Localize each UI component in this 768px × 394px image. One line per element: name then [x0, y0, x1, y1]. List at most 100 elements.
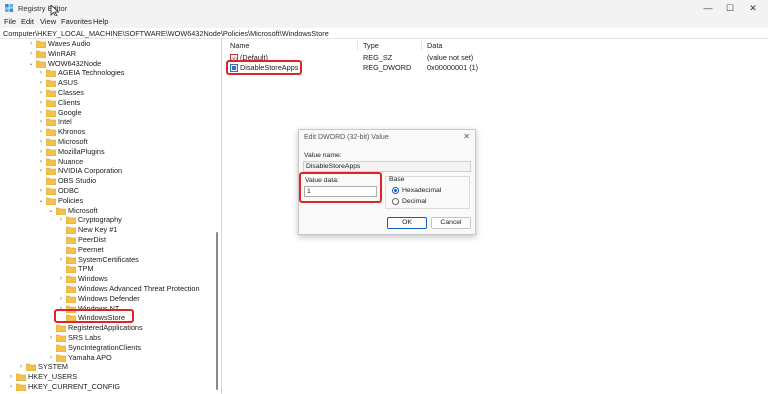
tree-item[interactable]: › HKEY_USERS: [0, 372, 216, 382]
tree-item[interactable]: ⌄ WOW6432Node: [0, 59, 216, 69]
address-bar[interactable]: Computer\HKEY_LOCAL_MACHINE\SOFTWARE\WOW…: [0, 28, 768, 39]
hexadecimal-radio[interactable]: [392, 187, 399, 194]
chevron-right-icon[interactable]: ›: [48, 333, 54, 343]
tree-item[interactable]: › Cryptography: [0, 215, 216, 225]
chevron-right-icon[interactable]: ›: [38, 78, 44, 88]
tree-item[interactable]: Windows Advanced Threat Protection: [0, 284, 216, 294]
folder-icon: [46, 128, 56, 137]
folder-icon: [46, 109, 56, 117]
tree-item-label: SRS Labs: [68, 333, 101, 342]
tree-item-label: Intel: [58, 117, 72, 127]
tree-item[interactable]: ⌄ Policies: [0, 196, 216, 206]
chevron-right-icon[interactable]: ›: [38, 127, 44, 137]
tree-item[interactable]: TPM: [0, 264, 216, 274]
menu-view[interactable]: View: [40, 17, 56, 26]
tree-item[interactable]: › SRS Labs: [0, 333, 216, 343]
tree-item-label: WOW6432Node: [48, 58, 102, 68]
chevron-right-icon[interactable]: ›: [38, 147, 44, 157]
tree-item-label: HKEY_USERS: [28, 372, 78, 382]
decimal-radio[interactable]: [392, 198, 399, 205]
tree-item[interactable]: › Yamaha APO: [0, 353, 216, 363]
minimize-button[interactable]: —: [698, 2, 718, 14]
tree-item[interactable]: › Google: [0, 108, 216, 118]
tree-item[interactable]: › ASUS: [0, 78, 216, 88]
tree-item[interactable]: › Khronos: [0, 127, 216, 137]
tree-item[interactable]: Peernet: [0, 245, 216, 255]
tree-item[interactable]: › Clients: [0, 98, 216, 108]
close-button[interactable]: ✕: [743, 2, 763, 14]
tree-item[interactable]: › Windows: [0, 274, 216, 284]
column-header-data[interactable]: Data: [427, 41, 442, 50]
folder-icon: [66, 266, 76, 274]
tree-item[interactable]: New Key #1: [0, 225, 216, 235]
address-path[interactable]: Computer\HKEY_LOCAL_MACHINE\SOFTWARE\WOW…: [3, 29, 329, 38]
folder-icon: [56, 324, 66, 333]
chevron-right-icon[interactable]: ›: [38, 166, 44, 176]
tree-item-label: Google: [58, 107, 82, 117]
chevron-right-icon[interactable]: ›: [58, 274, 64, 284]
tree-item[interactable]: › SystemCertificates: [0, 255, 216, 265]
ok-button[interactable]: OK: [387, 217, 427, 229]
folder-icon: [66, 236, 76, 244]
menu-favorites[interactable]: Favorites: [61, 17, 92, 26]
tree-item[interactable]: › WinRAR: [0, 49, 216, 59]
tree-item[interactable]: RegisteredApplications: [0, 323, 216, 333]
tree-item[interactable]: › Nuance: [0, 157, 216, 167]
tree-item[interactable]: › SYSTEM: [0, 362, 216, 372]
chevron-right-icon[interactable]: ›: [38, 108, 44, 118]
tree-item[interactable]: › HKEY_CURRENT_CONFIG: [0, 382, 216, 392]
tree-item[interactable]: › Classes: [0, 88, 216, 98]
chevron-right-icon[interactable]: ›: [38, 186, 44, 196]
chevron-right-icon[interactable]: ›: [38, 68, 44, 78]
chevron-right-icon[interactable]: ›: [8, 382, 14, 392]
chevron-right-icon[interactable]: ›: [38, 157, 44, 167]
chevron-right-icon[interactable]: ›: [38, 98, 44, 108]
folder-icon: [46, 99, 56, 107]
dialog-close-button[interactable]: ✕: [463, 132, 470, 141]
chevron-right-icon[interactable]: ›: [38, 88, 44, 98]
folder-icon: [66, 226, 76, 235]
tree-item[interactable]: › AGEIA Technologies: [0, 68, 216, 78]
chevron-right-icon[interactable]: ›: [58, 294, 64, 304]
decimal-label[interactable]: Decimal: [402, 198, 427, 205]
chevron-down-icon[interactable]: ⌄: [48, 206, 54, 216]
chevron-right-icon[interactable]: ›: [38, 117, 44, 127]
tree-item[interactable]: › Microsoft: [0, 137, 216, 147]
chevron-down-icon[interactable]: ⌄: [38, 196, 44, 206]
tree-item[interactable]: › Waves Audio: [0, 39, 216, 49]
column-header-name[interactable]: Name: [230, 41, 249, 50]
chevron-right-icon[interactable]: ›: [38, 137, 44, 147]
tree-scrollbar[interactable]: [216, 232, 218, 390]
chevron-right-icon[interactable]: ›: [8, 372, 14, 382]
folder-icon: [46, 148, 56, 156]
menu-file[interactable]: File: [4, 17, 16, 26]
maximize-button[interactable]: ☐: [720, 2, 740, 14]
chevron-right-icon[interactable]: ›: [58, 255, 64, 265]
chevron-right-icon[interactable]: ›: [58, 215, 64, 225]
tree-item-label: New Key #1: [78, 225, 118, 235]
chevron-down-icon[interactable]: ⌄: [28, 59, 34, 69]
menu-edit[interactable]: Edit: [21, 17, 34, 26]
value-name-field[interactable]: DisableStoreApps: [303, 161, 471, 172]
chevron-right-icon[interactable]: ›: [18, 362, 24, 372]
folder-icon: [66, 246, 76, 254]
cancel-button[interactable]: Cancel: [431, 217, 471, 229]
column-header-type[interactable]: Type: [363, 41, 379, 50]
tree-item[interactable]: › MozillaPlugins: [0, 147, 216, 157]
tree-item[interactable]: ⌄ Microsoft: [0, 206, 216, 216]
hexadecimal-label[interactable]: Hexadecimal: [402, 187, 441, 194]
tree-item[interactable]: › NVIDIA Corporation: [0, 166, 216, 176]
column-divider[interactable]: [357, 41, 358, 50]
tree-item[interactable]: › ODBC: [0, 186, 216, 196]
tree-item[interactable]: SyncIntegrationClients: [0, 343, 216, 353]
chevron-right-icon[interactable]: ›: [48, 353, 54, 363]
column-divider[interactable]: [421, 41, 422, 50]
tree-item[interactable]: › Intel: [0, 117, 216, 127]
tree-item[interactable]: PeerDist: [0, 235, 216, 245]
tree-item[interactable]: OBS Studio: [0, 176, 216, 186]
chevron-right-icon[interactable]: ›: [28, 39, 34, 49]
tree-item[interactable]: › Windows Defender: [0, 294, 216, 304]
menu-help[interactable]: Help: [93, 17, 108, 26]
disablestoreapps-highlight: [226, 60, 302, 75]
chevron-right-icon[interactable]: ›: [28, 49, 34, 59]
